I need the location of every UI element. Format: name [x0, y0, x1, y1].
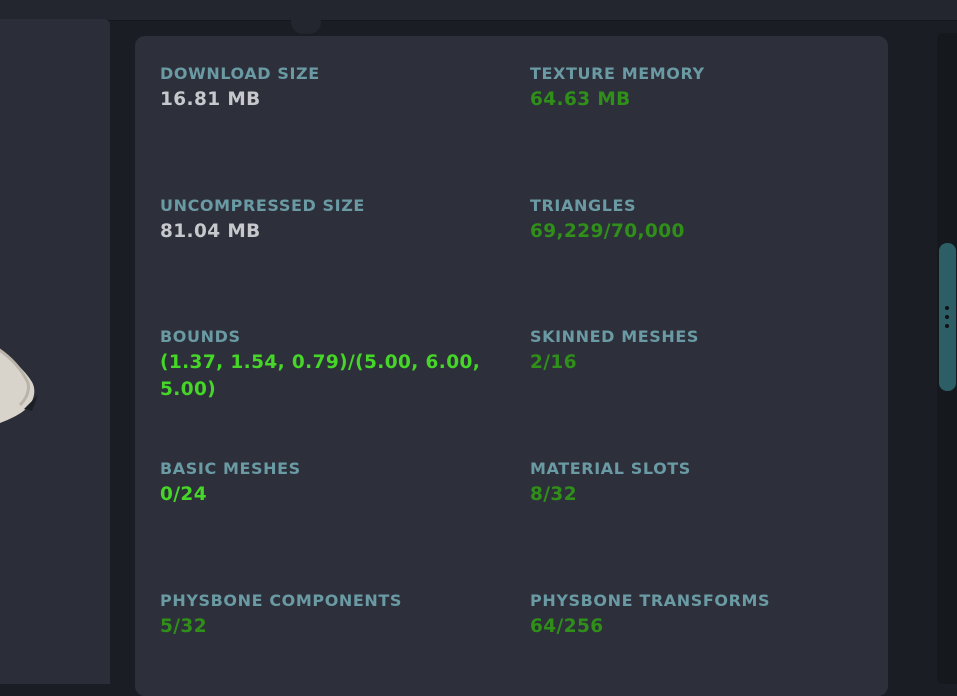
stat-physbone-components: PHYSBONE COMPONENTS 5/32 — [160, 591, 480, 640]
stat-value: (1.37, 1.54, 0.79)/(5.00, 6.00, 5.00) — [160, 352, 481, 400]
stat-bounds: BOUNDS (1.37, 1.54, 0.79)/(5.00, 6.00, 5… — [160, 327, 490, 403]
stat-label: TEXTURE MEMORY — [530, 64, 705, 83]
stat-label: PHYSBONE COMPONENTS — [160, 591, 403, 610]
stat-texture-memory: TEXTURE MEMORY 64.63 MB — [530, 64, 850, 113]
stat-value: 64/256 — [530, 616, 604, 637]
stat-label: MATERIAL SLOTS — [530, 459, 691, 478]
stat-label: TRIANGLES — [530, 196, 637, 215]
stat-value: 5/32 — [160, 616, 207, 637]
stat-label: UNCOMPRESSED SIZE — [160, 196, 365, 215]
vertical-ellipsis-icon — [945, 306, 949, 328]
stat-value: 81.04 MB — [160, 221, 261, 242]
stat-value: 64.63 MB — [530, 89, 631, 110]
avatar-preview-panel — [0, 19, 110, 684]
stat-material-slots: MATERIAL SLOTS 8/32 — [530, 459, 850, 508]
stat-value: 2/16 — [530, 352, 577, 373]
top-bar — [0, 0, 957, 21]
stat-label: BASIC MESHES — [160, 459, 301, 478]
stat-label: BOUNDS — [160, 327, 241, 346]
stat-uncompressed-size: UNCOMPRESSED SIZE 81.04 MB — [160, 196, 480, 245]
stat-value: 8/32 — [530, 484, 577, 505]
stat-physbone-transforms: PHYSBONE TRANSFORMS 64/256 — [530, 591, 850, 640]
stat-download-size: DOWNLOAD SIZE 16.81 MB — [160, 64, 480, 113]
avatar-preview-fragment — [0, 348, 38, 423]
stat-skinned-meshes: SKINNED MESHES 2/16 — [530, 327, 850, 376]
stat-label: DOWNLOAD SIZE — [160, 64, 320, 83]
stat-value: 0/24 — [160, 484, 207, 505]
stat-label: PHYSBONE TRANSFORMS — [530, 591, 771, 610]
stat-label: SKINNED MESHES — [530, 327, 700, 346]
avatar-performance-stats-card: DOWNLOAD SIZE 16.81 MB TEXTURE MEMORY 64… — [135, 36, 888, 696]
top-notch — [291, 20, 321, 34]
stat-value: 69,229/70,000 — [530, 221, 685, 242]
stat-value: 16.81 MB — [160, 89, 261, 110]
stat-triangles: TRIANGLES 69,229/70,000 — [530, 196, 850, 245]
stat-basic-meshes: BASIC MESHES 0/24 — [160, 459, 480, 508]
